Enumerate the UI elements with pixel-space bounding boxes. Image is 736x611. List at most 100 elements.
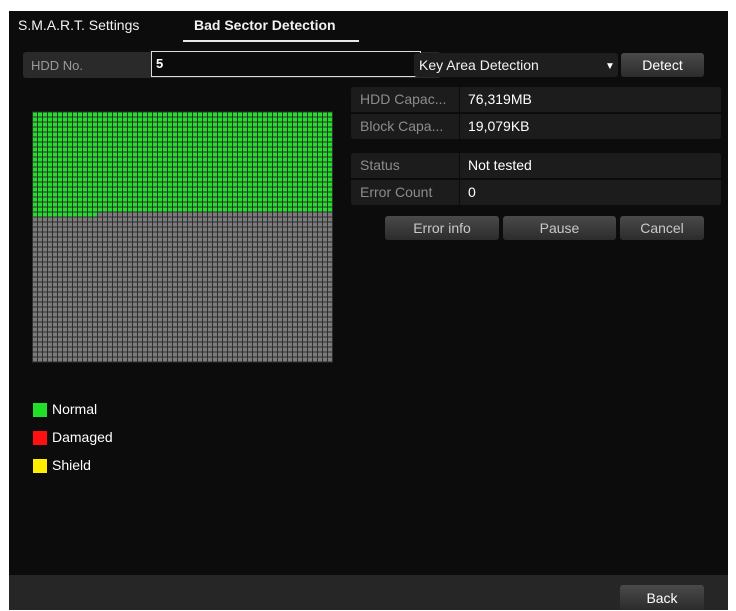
sector-block-untested <box>43 262 47 267</box>
sector-block-untested <box>198 317 202 322</box>
sector-block-normal <box>98 132 102 137</box>
sector-block-normal <box>243 157 247 162</box>
sector-block-normal <box>238 152 242 157</box>
sector-block-untested <box>243 282 247 287</box>
sector-block-normal <box>258 157 262 162</box>
sector-block-untested <box>283 257 287 262</box>
sector-block-normal <box>143 207 147 212</box>
sector-block-untested <box>273 327 277 332</box>
sector-block-untested <box>203 307 207 312</box>
sector-block-normal <box>33 142 37 147</box>
sector-block-untested <box>33 257 37 262</box>
sector-block-untested <box>273 347 277 352</box>
sector-block-untested <box>323 312 327 317</box>
sector-block-normal <box>238 142 242 147</box>
sector-block-normal <box>33 117 37 122</box>
sector-block-normal <box>253 182 257 187</box>
detect-button[interactable]: Detect <box>621 53 704 77</box>
sector-block-normal <box>53 127 57 132</box>
sector-block-untested <box>183 317 187 322</box>
sector-block-normal <box>268 117 272 122</box>
sector-block-normal <box>278 177 282 182</box>
sector-block-untested <box>153 247 157 252</box>
sector-block-untested <box>328 312 332 317</box>
sector-block-normal <box>68 117 72 122</box>
sector-block-normal <box>228 132 232 137</box>
sector-block-untested <box>243 287 247 292</box>
sector-block-untested <box>83 337 87 342</box>
sector-block-normal <box>268 137 272 142</box>
sector-block-normal <box>298 187 302 192</box>
sector-block-untested <box>143 272 147 277</box>
sector-block-untested <box>303 292 307 297</box>
sector-block-untested <box>233 272 237 277</box>
sector-block-normal <box>88 122 92 127</box>
sector-block-untested <box>178 257 182 262</box>
sector-block-normal <box>73 112 77 117</box>
sector-block-normal <box>128 167 132 172</box>
sector-block-untested <box>193 352 197 357</box>
sector-block-normal <box>68 112 72 117</box>
sector-map-background <box>32 111 333 363</box>
sector-block-untested <box>293 347 297 352</box>
sector-block-normal <box>318 182 322 187</box>
sector-block-untested <box>313 282 317 287</box>
sector-block-normal <box>228 112 232 117</box>
sector-block-untested <box>133 332 137 337</box>
sector-block-untested <box>293 312 297 317</box>
cancel-button[interactable]: Cancel <box>620 216 704 240</box>
sector-block-normal <box>73 182 77 187</box>
sector-block-normal <box>138 157 142 162</box>
pause-button[interactable]: Pause <box>503 216 616 240</box>
hdd-number-select[interactable]: 5 ▼ <box>151 51 548 77</box>
sector-block-untested <box>148 247 152 252</box>
sector-block-untested <box>238 232 242 237</box>
sector-block-untested <box>298 277 302 282</box>
back-button[interactable]: Back <box>620 585 704 610</box>
sector-block-untested <box>128 297 132 302</box>
sector-block-untested <box>218 312 222 317</box>
chevron-down-icon[interactable]: ▼ <box>605 61 615 72</box>
sector-block-untested <box>243 252 247 257</box>
sector-block-normal <box>43 112 47 117</box>
sector-block-normal <box>303 132 307 137</box>
sector-block-untested <box>313 212 317 217</box>
sector-block-untested <box>163 282 167 287</box>
sector-block-normal <box>43 192 47 197</box>
tab-smart-settings[interactable]: S.M.A.R.T. Settings <box>18 17 139 33</box>
sector-block-untested <box>278 297 282 302</box>
sector-block-untested <box>123 307 127 312</box>
sector-block-untested <box>253 252 257 257</box>
sector-block-untested <box>263 277 267 282</box>
sector-block-untested <box>243 227 247 232</box>
sector-block-untested <box>83 342 87 347</box>
sector-block-untested <box>158 312 162 317</box>
sector-block-normal <box>48 197 52 202</box>
sector-block-untested <box>273 222 277 227</box>
sector-block-untested <box>213 232 217 237</box>
sector-block-normal <box>268 172 272 177</box>
sector-block-untested <box>298 232 302 237</box>
sector-block-normal <box>53 192 57 197</box>
sector-block-untested <box>238 302 242 307</box>
detection-mode-select[interactable]: Key Area Detection ▼ <box>414 53 618 77</box>
tab-bad-sector-detection[interactable]: Bad Sector Detection <box>194 17 336 33</box>
sector-block-normal <box>228 167 232 172</box>
sector-block-normal <box>33 187 37 192</box>
sector-block-normal <box>108 187 112 192</box>
sector-block-normal <box>68 187 72 192</box>
sector-block-untested <box>233 317 237 322</box>
sector-block-untested <box>78 327 82 332</box>
sector-block-untested <box>188 247 192 252</box>
sector-block-normal <box>158 197 162 202</box>
sector-block-untested <box>68 302 72 307</box>
sector-block-untested <box>133 342 137 347</box>
sector-block-untested <box>233 302 237 307</box>
sector-block-normal <box>153 152 157 157</box>
sector-block-normal <box>268 202 272 207</box>
sector-block-normal <box>48 157 52 162</box>
sector-block-untested <box>73 237 77 242</box>
error-info-button[interactable]: Error info <box>385 216 499 240</box>
sector-block-normal <box>183 187 187 192</box>
sector-block-untested <box>233 332 237 337</box>
